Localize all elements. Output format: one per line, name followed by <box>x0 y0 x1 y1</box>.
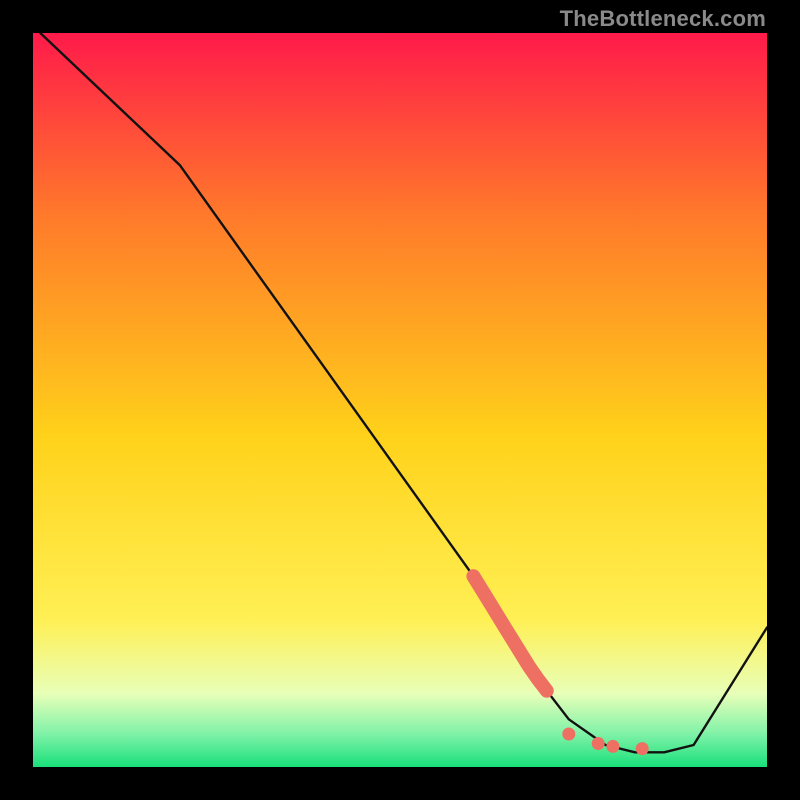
trough-marker <box>636 742 649 755</box>
highlight-segment <box>473 576 546 691</box>
trough-markers <box>562 728 648 756</box>
trough-marker <box>606 740 619 753</box>
trough-marker <box>592 737 605 750</box>
bottleneck-curve <box>40 33 767 752</box>
plot-area <box>33 33 767 767</box>
trough-marker <box>562 728 575 741</box>
chart-frame: TheBottleneck.com <box>0 0 800 800</box>
watermark-text: TheBottleneck.com <box>560 6 766 32</box>
curve-layer <box>33 33 767 767</box>
